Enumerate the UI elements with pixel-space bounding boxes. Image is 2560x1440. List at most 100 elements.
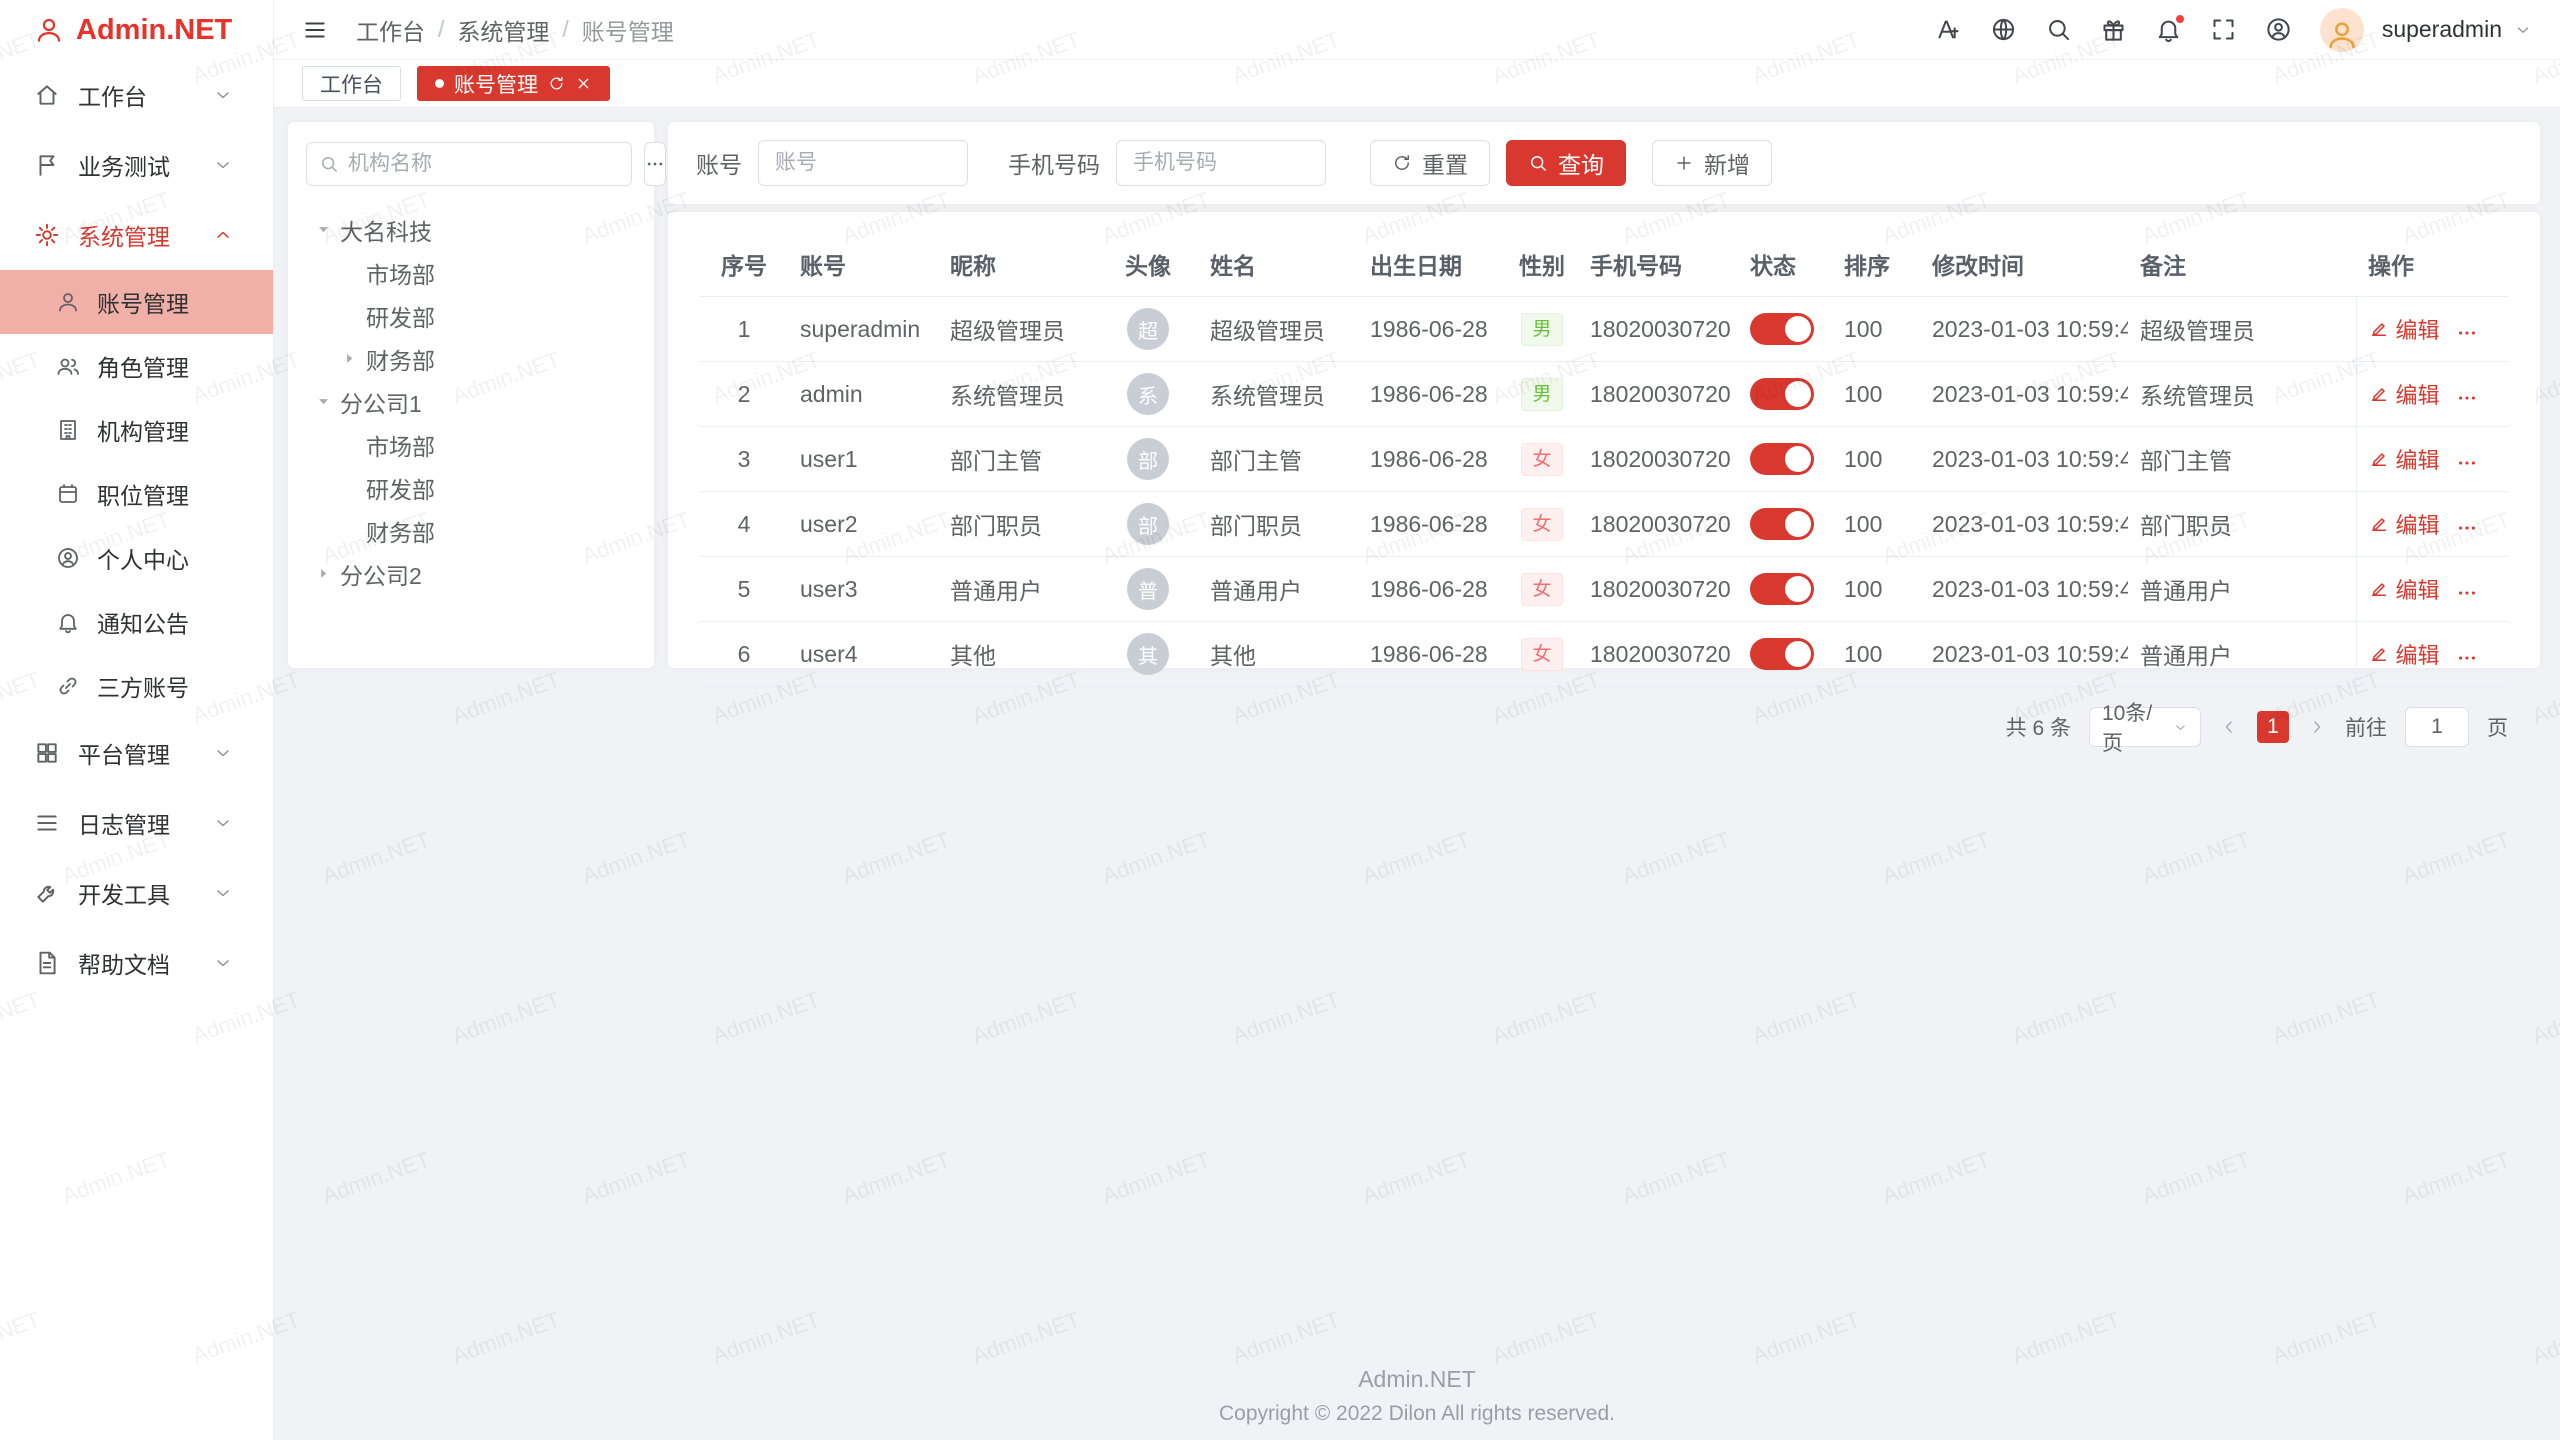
edit-button-label: 编辑: [2396, 378, 2440, 410]
tab-账号管理[interactable]: 账号管理: [417, 66, 610, 101]
tree-node[interactable]: 分公司1: [306, 380, 636, 423]
username[interactable]: superadmin: [2382, 16, 2502, 43]
edit-button[interactable]: 编辑: [2369, 508, 2440, 540]
tree-node[interactable]: 市场部: [306, 251, 636, 294]
sidebar-item-business-test[interactable]: 业务测试: [0, 130, 273, 200]
phone-filter-input[interactable]: [1116, 140, 1326, 186]
tree-node-label: 研发部: [366, 299, 435, 333]
search-icon[interactable]: [2045, 16, 2072, 43]
caret-down-icon[interactable]: [314, 392, 333, 411]
account-filter-input[interactable]: [758, 140, 968, 186]
sidebar-item-dev-tools[interactable]: 开发工具: [0, 858, 273, 928]
caret-down-icon[interactable]: [314, 220, 333, 239]
cell-actions: 编辑: [2356, 492, 2508, 557]
column-header: 头像: [1098, 232, 1198, 297]
sidebar-item-notice[interactable]: 通知公告: [0, 590, 273, 654]
prev-page-button[interactable]: [2219, 717, 2239, 737]
caret-right-icon[interactable]: [340, 349, 359, 368]
row-more-button[interactable]: [2456, 322, 2478, 344]
cell-modified-time: 2023-01-03 10:59:44: [1920, 557, 2128, 622]
cell-actions: 编辑: [2356, 427, 2508, 492]
row-more-button[interactable]: [2456, 517, 2478, 539]
row-more-button[interactable]: [2456, 647, 2478, 669]
edit-button[interactable]: 编辑: [2369, 378, 2440, 410]
row-more-button[interactable]: [2456, 387, 2478, 409]
row-more-button[interactable]: [2456, 582, 2478, 604]
tree-node[interactable]: 财务部: [306, 337, 636, 380]
status-toggle[interactable]: [1750, 638, 1814, 670]
topbar: 工作台/系统管理/账号管理 superadmin: [274, 0, 2560, 60]
cell-avatar: 其: [1098, 622, 1198, 687]
next-page-button[interactable]: [2307, 717, 2327, 737]
breadcrumb-item[interactable]: 工作台: [356, 13, 425, 47]
sidebar-item-role-manage[interactable]: 角色管理: [0, 334, 273, 398]
cell-modified-time: 2023-01-03 10:59:44: [1920, 362, 2128, 427]
edit-button[interactable]: 编辑: [2369, 638, 2440, 670]
caret-right-icon[interactable]: [314, 564, 333, 583]
notification-bell-button[interactable]: [2155, 16, 2182, 43]
sidebar-item-third-account[interactable]: 三方账号: [0, 654, 273, 718]
tab-工作台[interactable]: 工作台: [302, 66, 401, 101]
org-tree: 大名科技市场部研发部财务部分公司1市场部研发部财务部分公司2: [306, 208, 636, 595]
sidebar: Admin.NET 工作台业务测试系统管理账号管理角色管理机构管理职位管理个人中…: [0, 0, 274, 1440]
user-menu-chevron-down-icon[interactable]: [2514, 21, 2532, 39]
tree-node[interactable]: 分公司2: [306, 552, 636, 595]
cell-remark: 普通用户: [2128, 557, 2356, 622]
edit-button[interactable]: 编辑: [2369, 313, 2440, 345]
tree-node[interactable]: 大名科技: [306, 208, 636, 251]
cell-status: [1738, 362, 1832, 427]
font-size-icon[interactable]: [1935, 16, 1962, 43]
status-toggle[interactable]: [1750, 313, 1814, 345]
edit-button[interactable]: 编辑: [2369, 443, 2440, 475]
breadcrumb-item[interactable]: 系统管理: [457, 13, 549, 47]
account-icon[interactable]: [2265, 16, 2292, 43]
language-icon[interactable]: [1990, 16, 2017, 43]
user-avatar[interactable]: [2320, 8, 2364, 52]
add-button[interactable]: 新增: [1652, 140, 1772, 186]
hamburger-menu-icon[interactable]: [302, 17, 328, 43]
user-icon: [56, 290, 80, 314]
gender-badge: 女: [1521, 573, 1562, 606]
sidebar-item-system-manage[interactable]: 系统管理: [0, 200, 273, 270]
sidebar-item-org-manage[interactable]: 机构管理: [0, 398, 273, 462]
breadcrumb-separator: /: [438, 16, 444, 43]
sidebar-item-log-manage[interactable]: 日志管理: [0, 788, 273, 858]
status-toggle[interactable]: [1750, 508, 1814, 540]
chev-down-icon: [213, 883, 233, 903]
sidebar-item-help-docs[interactable]: 帮助文档: [0, 928, 273, 998]
row-more-button[interactable]: [2456, 452, 2478, 474]
fullscreen-icon[interactable]: [2210, 16, 2237, 43]
chev-down-icon: [213, 953, 233, 973]
page-size-select[interactable]: 10条/页: [2089, 707, 2201, 747]
tree-more-button[interactable]: [644, 142, 666, 186]
topbar-actions: superadmin: [1935, 8, 2532, 52]
breadcrumb-item[interactable]: 账号管理: [582, 13, 674, 47]
tree-node[interactable]: 研发部: [306, 294, 636, 337]
edit-button[interactable]: 编辑: [2369, 573, 2440, 605]
tree-node[interactable]: 市场部: [306, 423, 636, 466]
goto-page-input[interactable]: [2405, 707, 2469, 747]
sidebar-item-position-manage[interactable]: 职位管理: [0, 462, 273, 526]
org-search-input[interactable]: [348, 152, 619, 176]
sidebar-item-account-manage[interactable]: 账号管理: [0, 270, 273, 334]
status-toggle[interactable]: [1750, 443, 1814, 475]
tree-node[interactable]: 研发部: [306, 466, 636, 509]
search-button[interactable]: 查询: [1506, 140, 1626, 186]
status-toggle[interactable]: [1750, 378, 1814, 410]
reset-button[interactable]: 重置: [1370, 140, 1490, 186]
status-toggle[interactable]: [1750, 573, 1814, 605]
sidebar-item-workbench[interactable]: 工作台: [0, 60, 273, 130]
more-icon: [2456, 582, 2478, 604]
sidebar-item-platform-manage[interactable]: 平台管理: [0, 718, 273, 788]
cell-phone: 18020030720: [1578, 427, 1738, 492]
tree-node-label: 财务部: [366, 342, 435, 376]
theme-icon[interactable]: [2100, 16, 2127, 43]
tree-node[interactable]: 财务部: [306, 509, 636, 552]
sidebar-item-personal-center[interactable]: 个人中心: [0, 526, 273, 590]
tab-refresh-icon[interactable]: [548, 75, 565, 92]
logo[interactable]: Admin.NET: [0, 0, 273, 60]
search-icon: [319, 154, 339, 174]
page-number-button[interactable]: 1: [2257, 711, 2289, 743]
tab-close-icon[interactable]: [575, 75, 592, 92]
link-icon: [56, 674, 80, 698]
